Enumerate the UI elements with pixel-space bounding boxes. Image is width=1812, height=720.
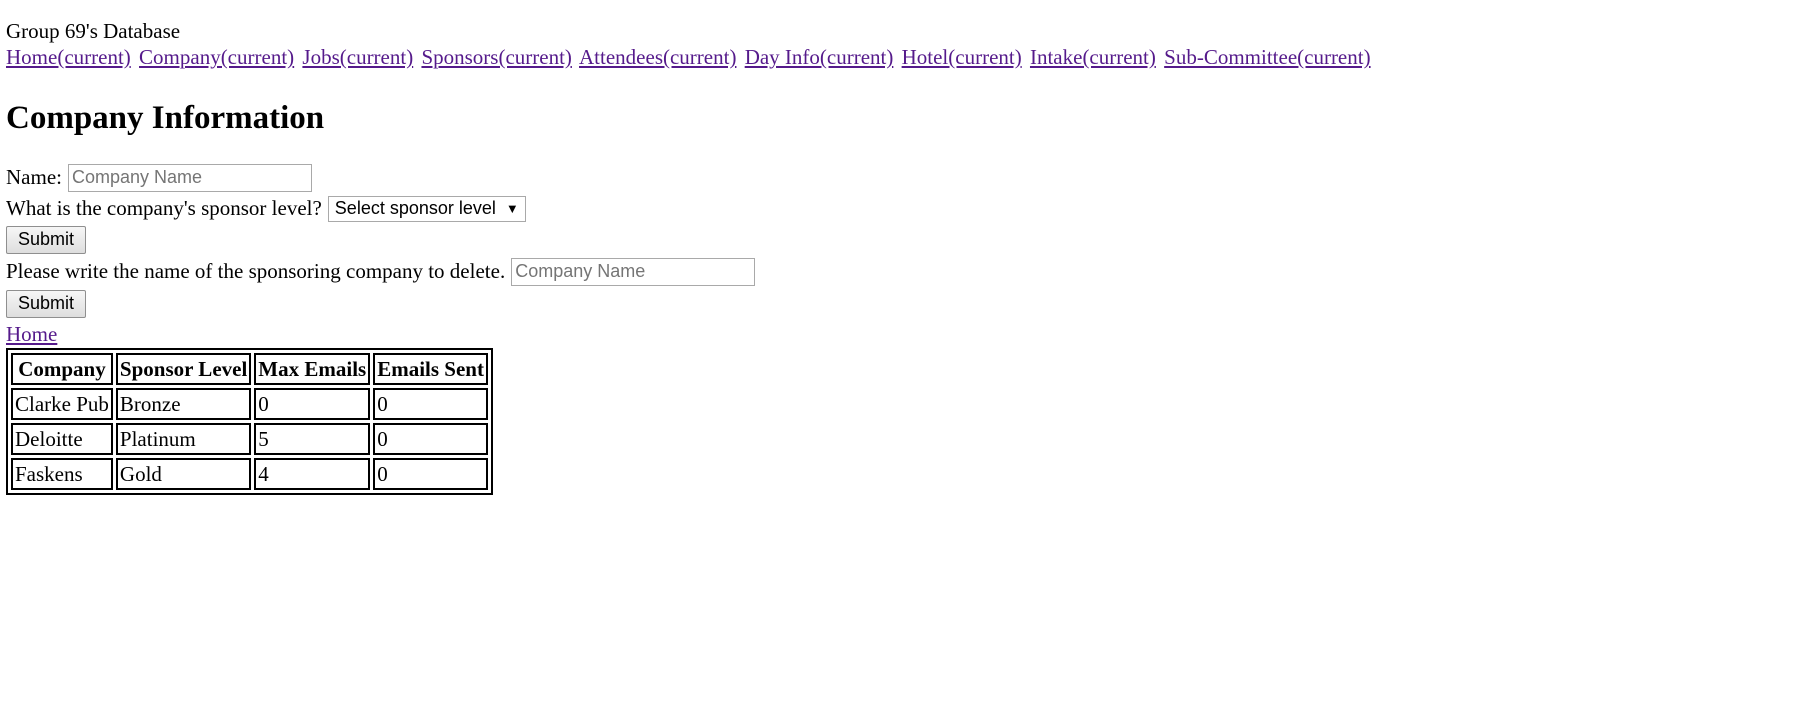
- sponsor-level-select[interactable]: Select sponsor level ▼: [327, 195, 526, 222]
- delete-company-name-input[interactable]: [511, 257, 756, 286]
- nav-link-home[interactable]: Home(current): [6, 45, 131, 69]
- cell-company: Clarke Pub: [11, 388, 113, 420]
- table-row: Deloitte Platinum 5 0: [11, 423, 488, 455]
- add-company-form: Name: What is the company's sponsor leve…: [6, 162, 1806, 255]
- nav-link-day-info[interactable]: Day Info(current): [745, 45, 894, 69]
- nav-link-sponsors[interactable]: Sponsors(current): [421, 45, 571, 69]
- cell-max-emails: 0: [254, 388, 371, 420]
- cell-sponsor-level: Bronze: [115, 388, 252, 420]
- cell-max-emails: 5: [254, 423, 371, 455]
- page-title: Company Information: [6, 100, 325, 136]
- add-company-submit-button[interactable]: Submit: [6, 225, 87, 254]
- top-nav: Home(current) Company(current) Jobs(curr…: [6, 44, 1806, 70]
- name-label: Name:: [6, 165, 62, 189]
- cell-sponsor-level: Gold: [115, 458, 252, 490]
- nav-link-sub-committee[interactable]: Sub-Committee(current): [1164, 45, 1370, 69]
- chevron-down-icon: ▼: [505, 201, 519, 216]
- column-header-sponsor-level: Sponsor Level: [115, 353, 252, 385]
- cell-emails-sent: 0: [373, 423, 488, 455]
- company-table: Company Sponsor Level Max Emails Emails …: [6, 348, 493, 495]
- cell-company: Faskens: [11, 458, 113, 490]
- table-row: Faskens Gold 4 0: [11, 458, 488, 490]
- column-header-emails-sent: Emails Sent: [373, 353, 488, 385]
- nav-link-intake[interactable]: Intake(current): [1030, 45, 1156, 69]
- cell-sponsor-level: Platinum: [115, 423, 252, 455]
- cell-company: Deloitte: [11, 423, 113, 455]
- home-link[interactable]: Home: [6, 321, 57, 347]
- nav-link-hotel[interactable]: Hotel(current): [902, 45, 1022, 69]
- table-header-row: Company Sponsor Level Max Emails Emails …: [11, 353, 488, 385]
- column-header-max-emails: Max Emails: [254, 353, 371, 385]
- sponsor-level-label: What is the company's sponsor level?: [6, 196, 322, 220]
- table-row: Clarke Pub Bronze 0 0: [11, 388, 488, 420]
- nav-link-company[interactable]: Company(current): [139, 45, 294, 69]
- column-header-company: Company: [11, 353, 113, 385]
- company-name-input[interactable]: [67, 163, 312, 192]
- site-title: Group 69's Database: [6, 19, 181, 43]
- delete-company-submit-button[interactable]: Submit: [6, 289, 87, 318]
- delete-prompt-label: Please write the name of the sponsoring …: [6, 259, 506, 283]
- cell-max-emails: 4: [254, 458, 371, 490]
- cell-emails-sent: 0: [373, 458, 488, 490]
- delete-company-form: Please write the name of the sponsoring …: [6, 255, 1806, 319]
- nav-link-attendees[interactable]: Attendees(current): [579, 45, 736, 69]
- page: Group 69's Database Home(current) Compan…: [0, 0, 1812, 495]
- cell-emails-sent: 0: [373, 388, 488, 420]
- nav-link-jobs[interactable]: Jobs(current): [302, 45, 413, 69]
- sponsor-level-select-value: Select sponsor level: [334, 198, 496, 218]
